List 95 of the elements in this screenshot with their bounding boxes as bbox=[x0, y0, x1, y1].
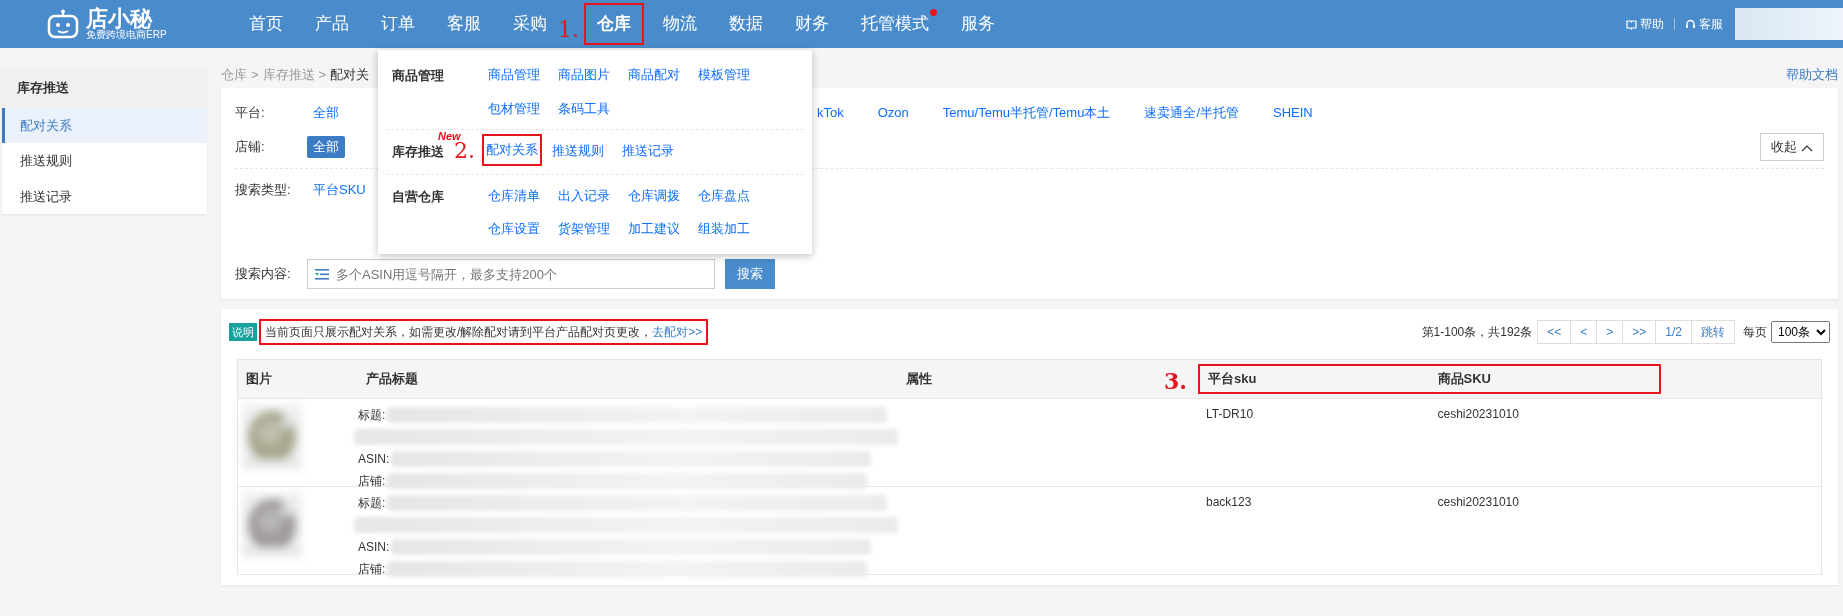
menu-item[interactable]: 仓库清单 bbox=[488, 178, 558, 212]
search-field[interactable]: 多个ASIN用逗号隔开，最多支持200个 bbox=[307, 259, 715, 289]
pagination-button[interactable]: << bbox=[1537, 320, 1572, 344]
menu-item[interactable]: 仓库设置 bbox=[488, 212, 558, 246]
field-label: 标题: bbox=[358, 495, 386, 512]
breadcrumb-item[interactable]: 仓库 bbox=[221, 65, 247, 85]
filter-option[interactable]: Temu/Temu半托管/Temu本土 bbox=[936, 102, 1117, 124]
menu-item[interactable]: 仓库盘点 bbox=[698, 178, 768, 212]
pagination-button[interactable]: 1/2 bbox=[1655, 320, 1692, 344]
field-label: 标题: bbox=[358, 407, 386, 424]
logo-tagline: 免费跨境电商ERP bbox=[86, 30, 167, 40]
per-page-label: 每页 bbox=[1743, 324, 1767, 341]
search-button[interactable]: 搜索 bbox=[725, 259, 775, 289]
nav-tab[interactable]: 仓库 bbox=[584, 3, 644, 45]
robot-logo-icon bbox=[46, 9, 80, 39]
field-label: ASIN: bbox=[358, 451, 390, 468]
menu-item[interactable]: 配对关系 bbox=[482, 134, 542, 166]
top-link[interactable]: 客服 bbox=[1685, 15, 1723, 33]
user-account-box[interactable] bbox=[1735, 8, 1843, 40]
menu-item[interactable]: 推送记录 bbox=[622, 134, 692, 168]
pagination-button[interactable]: 跳转 bbox=[1691, 320, 1735, 344]
filter-option[interactable]: SHEIN bbox=[1267, 102, 1319, 124]
field-label: 店铺: bbox=[358, 473, 386, 490]
menu-item[interactable]: 组装加工 bbox=[698, 212, 768, 246]
nav-tab[interactable]: 采购 bbox=[500, 3, 560, 45]
column-header: 图片 bbox=[245, 370, 272, 389]
field-label: ASIN: bbox=[358, 539, 390, 556]
breadcrumb-separator: > bbox=[318, 66, 327, 85]
notice-text: 当前页面只展示配对关系，如需更改/解除配对请到平台产品配对页更改，去配对>> bbox=[259, 319, 709, 345]
table-cell-text: back123 bbox=[1205, 494, 1253, 511]
nav-tab[interactable]: 物流 bbox=[650, 3, 710, 45]
column-header: 属性 bbox=[905, 370, 932, 389]
field-label: 店铺: bbox=[358, 561, 386, 578]
logo-text: 店小秘 bbox=[86, 8, 153, 30]
chevron-up-icon bbox=[1801, 143, 1813, 152]
filter-label: 平台: bbox=[235, 104, 266, 123]
filter-label: 搜索内容: bbox=[235, 265, 292, 284]
sidebar-item[interactable]: 配对关系 bbox=[2, 107, 207, 143]
menu-item[interactable]: 商品配对 bbox=[628, 58, 698, 92]
page-summary: 第1-100条，共192条 bbox=[1421, 324, 1533, 341]
annotation-number: 3. bbox=[1164, 370, 1187, 392]
menu-group-title: 商品管理 bbox=[391, 67, 444, 85]
filter-option[interactable]: Ozon bbox=[871, 102, 915, 124]
nav-tab[interactable]: 数据 bbox=[716, 3, 776, 45]
menu-item[interactable]: 加工建议 bbox=[628, 212, 698, 246]
headset-icon bbox=[1685, 18, 1696, 30]
sidebar-item[interactable]: 推送记录 bbox=[2, 178, 207, 214]
sidebar-item[interactable]: 推送规则 bbox=[2, 143, 207, 179]
nav-tab[interactable]: 托管模式 bbox=[848, 3, 942, 45]
menu-item[interactable]: 货架管理 bbox=[558, 212, 628, 246]
nav-tab[interactable]: 服务 bbox=[948, 3, 1008, 45]
go-pair-link[interactable]: 去配对>> bbox=[652, 325, 703, 339]
help-link[interactable]: 帮助文档 bbox=[1786, 65, 1838, 85]
annotation-number: 2. bbox=[454, 140, 475, 162]
filter-option[interactable]: kTok bbox=[811, 102, 850, 124]
pagination-button[interactable]: > bbox=[1596, 320, 1624, 344]
info-tag: 说明 bbox=[229, 322, 257, 342]
nav-tab[interactable]: 财务 bbox=[782, 3, 842, 45]
per-page-select[interactable]: 100条 bbox=[1771, 321, 1830, 343]
column-header: 商品SKU bbox=[1436, 370, 1492, 389]
new-label: New bbox=[438, 129, 461, 142]
breadcrumb-separator: > bbox=[251, 66, 259, 85]
menu-item[interactable]: 推送规则 bbox=[552, 134, 622, 168]
menu-item[interactable]: 模板管理 bbox=[698, 58, 768, 92]
pagination-button[interactable]: >> bbox=[1622, 320, 1657, 344]
filter-option[interactable]: 平台SKU bbox=[307, 179, 372, 201]
menu-group-title: 自营仓库 bbox=[391, 187, 444, 206]
nav-tab[interactable]: 订单 bbox=[368, 3, 428, 45]
filter-option[interactable]: 全部 bbox=[307, 136, 345, 158]
menu-item[interactable]: 商品管理 bbox=[488, 58, 558, 92]
filter-option[interactable]: 全部 bbox=[307, 102, 345, 124]
pagination-button[interactable]: < bbox=[1570, 320, 1598, 344]
menu-item[interactable]: 商品图片 bbox=[558, 58, 628, 92]
nav-tab[interactable]: 客服 bbox=[434, 3, 494, 45]
table-cell-text: ceshi20231010 bbox=[1436, 494, 1520, 511]
menu-item[interactable]: 条码工具 bbox=[558, 91, 628, 125]
annotation-number: 1. bbox=[558, 19, 579, 42]
menu-item[interactable]: 仓库调拨 bbox=[628, 178, 698, 212]
breadcrumb-item[interactable]: 库存推送 bbox=[262, 65, 315, 85]
collapse-button[interactable]: 收起 bbox=[1760, 133, 1824, 161]
sidebar-title: 库存推送 bbox=[2, 68, 207, 108]
filter-label: 搜索类型: bbox=[235, 181, 292, 200]
menu-item[interactable]: 出入记录 bbox=[558, 178, 628, 212]
column-header: 产品标题 bbox=[365, 370, 418, 389]
nav-tab[interactable]: 首页 bbox=[236, 3, 296, 45]
breadcrumb-item[interactable]: 配对关 bbox=[330, 65, 370, 85]
nav-tab[interactable]: 产品 bbox=[302, 3, 362, 45]
top-link[interactable]: 帮助 bbox=[1626, 15, 1664, 33]
filter-label: 店铺: bbox=[235, 138, 266, 157]
column-header: 平台sku bbox=[1207, 370, 1258, 389]
table-cell-text: ceshi20231010 bbox=[1436, 406, 1520, 423]
book-icon bbox=[1626, 18, 1637, 30]
menu-item[interactable]: 包材管理 bbox=[488, 91, 558, 125]
table-cell-text: LT-DR10 bbox=[1205, 406, 1255, 423]
filter-option[interactable]: 速卖通全/半托管 bbox=[1138, 102, 1246, 124]
